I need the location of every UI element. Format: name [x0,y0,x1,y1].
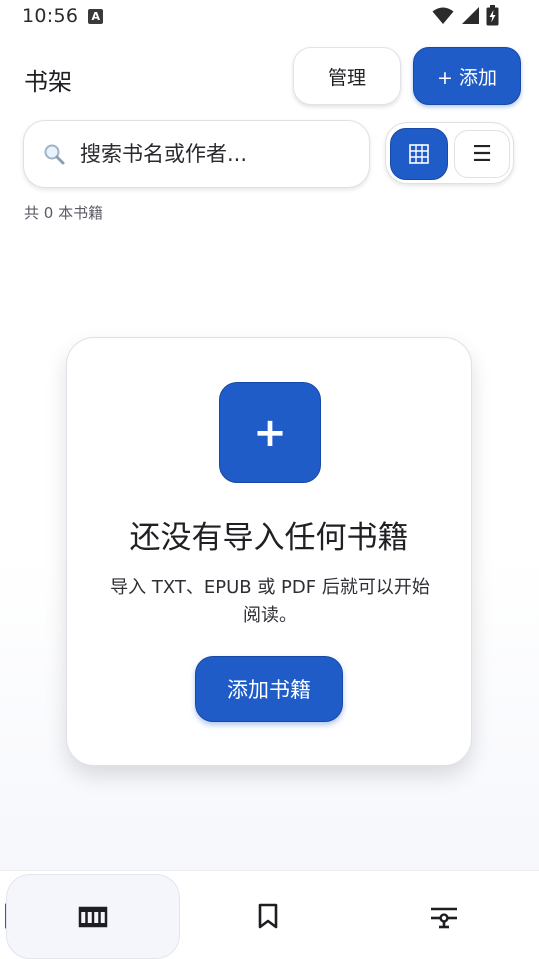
status-icons [432,5,499,26]
search-box[interactable] [23,120,370,188]
manage-button[interactable]: 管理 [293,47,401,105]
plus-icon: + [253,409,287,456]
empty-state-description: 导入 TXT、EPUB 或 PDF 后就可以开始阅读。 [110,577,430,626]
cell-signal-icon [462,7,479,24]
grid-icon [409,144,429,164]
list-view-button[interactable]: ☰ [454,130,510,178]
settings-sliders-icon [431,907,457,929]
status-bar: 10:56 A [0,0,539,32]
grid-view-button[interactable] [390,128,448,180]
nav-item-bookshelf[interactable] [6,874,180,959]
bookmark-icon [258,903,278,929]
view-toggle: ☰ [385,122,514,184]
list-icon: ☰ [472,141,492,167]
bookshelf-icon [78,906,108,927]
bottom-nav [0,870,539,959]
empty-state-title: 还没有导入任何书籍 [129,520,409,556]
status-time: 10:56 [22,5,79,27]
add-books-button[interactable]: 添加书籍 [195,656,343,722]
book-count: 共 0 本书籍 [24,204,104,222]
add-button[interactable]: + 添加 [413,47,521,105]
page-title: 书架 [24,68,72,96]
notification-icon: A [88,8,104,24]
battery-charging-icon [486,5,499,26]
search-icon [44,144,65,165]
nav-item-settings[interactable] [414,893,474,939]
add-book-tile[interactable]: + [219,382,321,483]
search-input[interactable] [80,142,369,166]
empty-state-card: + 还没有导入任何书籍 导入 TXT、EPUB 或 PDF 后就可以开始阅读。 … [66,337,472,766]
nav-item-bookmarks[interactable] [238,893,298,939]
wifi-icon [432,7,454,24]
